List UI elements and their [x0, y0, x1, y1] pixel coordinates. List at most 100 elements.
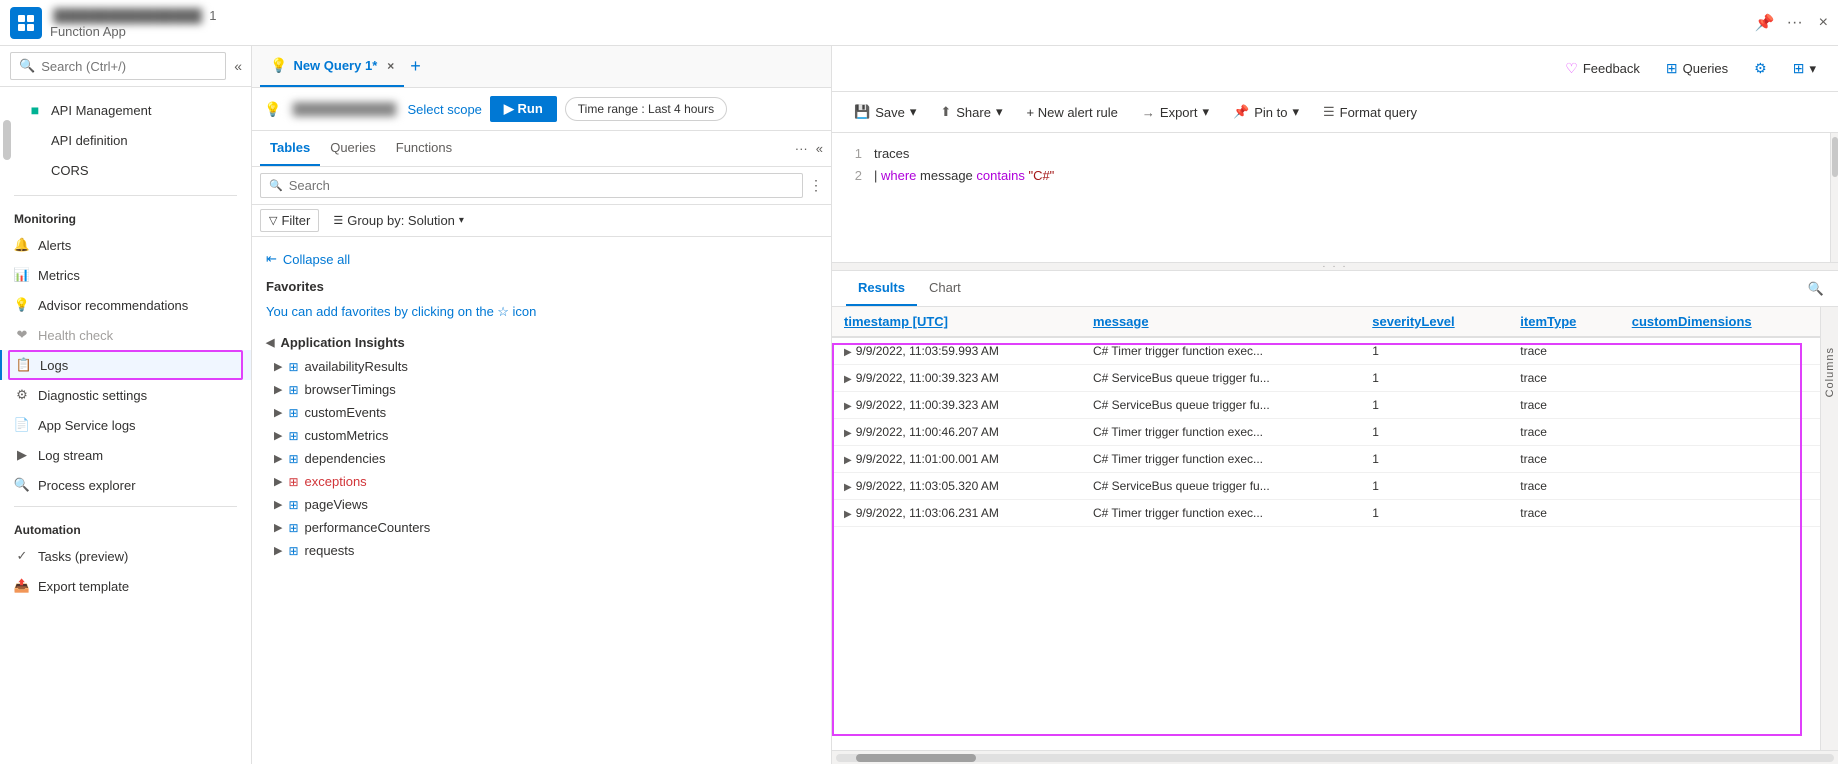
group-by-button[interactable]: ☰ Group by: Solution ▾ — [327, 210, 470, 231]
query-tab-new-query-1[interactable]: 💡 New Query 1* × — [260, 46, 404, 87]
row-expand-icon[interactable]: ▶ — [844, 401, 852, 412]
panel-search-bar: 🔍 ⋮ — [252, 167, 831, 205]
table-item-exceptions[interactable]: ▶ ⊞ exceptions — [252, 470, 831, 493]
table-item-page-views[interactable]: ▶ ⊞ pageViews — [252, 493, 831, 516]
select-scope-link[interactable]: Select scope — [407, 102, 481, 117]
sidebar-item-label: Export template — [38, 579, 129, 594]
close-button[interactable]: × — [1819, 14, 1828, 32]
sidebar-item-diagnostic[interactable]: ⚙ Diagnostic settings — [0, 380, 251, 410]
filter-button[interactable]: ▽ Filter — [260, 209, 319, 232]
table-item-custom-metrics[interactable]: ▶ ⊞ customMetrics — [252, 424, 831, 447]
alerts-icon: 🔔 — [14, 237, 30, 253]
cell-timestamp: ▶9/9/2022, 11:03:59.993 AM — [832, 337, 1081, 365]
results-tab-chart[interactable]: Chart — [917, 271, 973, 306]
save-chevron: ▾ — [910, 104, 917, 120]
share-button[interactable]: ⬆ Share ▾ — [932, 100, 1010, 124]
settings-button[interactable]: ⚙ — [1746, 56, 1775, 81]
table-row[interactable]: ▶9/9/2022, 11:03:06.231 AM C# Timer trig… — [832, 500, 1820, 527]
col-label-severity: severityLevel — [1372, 314, 1454, 329]
scroll-track[interactable] — [836, 754, 1834, 762]
panel-collapse-icon[interactable]: « — [816, 141, 823, 156]
col-header-custom-dims[interactable]: customDimensions — [1620, 307, 1820, 337]
cell-severity: 1 — [1360, 419, 1508, 446]
sidebar-item-cors[interactable]: CORS — [13, 155, 251, 185]
run-button[interactable]: ▶ Run — [490, 96, 557, 122]
more-options-icon[interactable]: ··· — [1787, 14, 1803, 32]
table-item-availability[interactable]: ▶ ⊞ availabilityResults — [252, 355, 831, 378]
panel-search-box[interactable]: 🔍 — [260, 173, 803, 198]
table-item-custom-events[interactable]: ▶ ⊞ customEvents — [252, 401, 831, 424]
table-row[interactable]: ▶9/9/2022, 11:03:59.993 AM C# Timer trig… — [832, 337, 1820, 365]
export-button[interactable]: → Export ▾ — [1134, 100, 1217, 124]
app-type: Function App — [50, 24, 126, 39]
collapse-all-button[interactable]: ⇤ Collapse all — [252, 245, 831, 273]
app-insights-group-header[interactable]: ◀ Application Insights — [252, 330, 831, 355]
table-row[interactable]: ▶9/9/2022, 11:00:46.207 AM C# Timer trig… — [832, 419, 1820, 446]
col-header-timestamp[interactable]: timestamp [UTC] — [832, 307, 1081, 337]
query-tab-add[interactable]: + — [410, 56, 421, 77]
sidebar-item-metrics[interactable]: 📊 Metrics — [0, 260, 251, 290]
table-item-dependencies[interactable]: ▶ ⊞ dependencies — [252, 447, 831, 470]
horizontal-scrollbar[interactable] — [832, 750, 1838, 764]
format-query-button[interactable]: ☰ Format query — [1315, 100, 1425, 124]
sidebar-item-tasks[interactable]: ✓ Tasks (preview) — [0, 541, 251, 571]
sidebar-divider-2 — [14, 506, 237, 507]
sidebar-item-health-check[interactable]: ❤ Health check — [0, 320, 251, 350]
sidebar-item-label: API definition — [51, 133, 128, 148]
panel-tab-functions[interactable]: Functions — [386, 131, 462, 166]
feedback-button[interactable]: ♡ Feedback — [1557, 56, 1648, 81]
sidebar-item-api-management[interactable]: ■ API Management — [13, 95, 251, 125]
sidebar-item-log-stream[interactable]: ▶ Log stream — [0, 440, 251, 470]
sidebar-item-logs[interactable]: 📋 Logs — [0, 350, 251, 380]
panel-tab-tables[interactable]: Tables — [260, 131, 320, 166]
row-expand-icon[interactable]: ▶ — [844, 509, 852, 520]
sidebar-collapse-icon[interactable]: « — [234, 58, 242, 74]
results-search-icon[interactable]: 🔍 — [1808, 281, 1824, 297]
sidebar-item-api-definition[interactable]: API definition — [13, 125, 251, 155]
col-header-item-type[interactable]: itemType — [1508, 307, 1619, 337]
sidebar-item-advisor[interactable]: 💡 Advisor recommendations — [0, 290, 251, 320]
row-expand-icon[interactable]: ▶ — [844, 455, 852, 466]
sidebar-item-alerts[interactable]: 🔔 Alerts — [0, 230, 251, 260]
row-expand-icon[interactable]: ▶ — [844, 374, 852, 385]
pin-to-button[interactable]: 📌 Pin to ▾ — [1225, 100, 1307, 124]
sidebar-item-export-template[interactable]: 📤 Export template — [0, 571, 251, 601]
search-more-icon[interactable]: ⋮ — [809, 177, 823, 194]
results-tab-results[interactable]: Results — [846, 271, 917, 306]
row-expand-icon[interactable]: ▶ — [844, 428, 852, 439]
columns-sidebar[interactable]: Columns — [1820, 307, 1838, 750]
sidebar-search-box[interactable]: 🔍 — [10, 52, 226, 80]
scroll-thumb[interactable] — [856, 754, 976, 762]
cell-custom-dims — [1620, 392, 1820, 419]
results-table-container: timestamp [UTC] message severityLevel it… — [832, 307, 1820, 750]
table-item-browser[interactable]: ▶ ⊞ browserTimings — [252, 378, 831, 401]
format-query-label: Format query — [1340, 105, 1417, 120]
sidebar-item-app-service-logs[interactable]: 📄 App Service logs — [0, 410, 251, 440]
row-expand-icon[interactable]: ▶ — [844, 347, 852, 358]
save-button[interactable]: 💾 Save ▾ — [846, 100, 924, 124]
table-row[interactable]: ▶9/9/2022, 11:03:05.320 AM C# ServiceBus… — [832, 473, 1820, 500]
panel-tabs-more-icon[interactable]: ··· — [795, 141, 808, 156]
sidebar-item-process-explorer[interactable]: 🔍 Process explorer — [0, 470, 251, 500]
resize-handle[interactable]: · · · — [832, 263, 1838, 271]
table-row[interactable]: ▶9/9/2022, 11:00:39.323 AM C# ServiceBus… — [832, 365, 1820, 392]
table-item-perf-counters[interactable]: ▶ ⊞ performanceCounters — [252, 516, 831, 539]
panel-tab-queries[interactable]: Queries — [320, 131, 386, 166]
col-header-message[interactable]: message — [1081, 307, 1360, 337]
col-header-severity[interactable]: severityLevel — [1360, 307, 1508, 337]
code-editor[interactable]: 1 traces 2 | where message contains "C#" — [832, 133, 1838, 263]
pin-icon[interactable]: 📌 — [1755, 13, 1775, 33]
queries-button[interactable]: ⊞ Queries — [1658, 56, 1736, 81]
table-row[interactable]: ▶9/9/2022, 11:00:39.323 AM C# ServiceBus… — [832, 392, 1820, 419]
new-alert-label: + New alert rule — [1027, 105, 1118, 120]
row-expand-icon[interactable]: ▶ — [844, 482, 852, 493]
sidebar-search-input[interactable] — [41, 59, 217, 74]
time-range-button[interactable]: Time range : Last 4 hours — [565, 97, 727, 121]
expand-button[interactable]: ⊞ ▾ — [1785, 56, 1824, 81]
panel-search-input[interactable] — [289, 178, 794, 193]
query-tab-close[interactable]: × — [387, 59, 394, 73]
cell-item-type: trace — [1508, 337, 1619, 365]
table-row[interactable]: ▶9/9/2022, 11:01:00.001 AM C# Timer trig… — [832, 446, 1820, 473]
new-alert-rule-button[interactable]: + New alert rule — [1019, 101, 1126, 124]
table-item-requests[interactable]: ▶ ⊞ requests — [252, 539, 831, 562]
